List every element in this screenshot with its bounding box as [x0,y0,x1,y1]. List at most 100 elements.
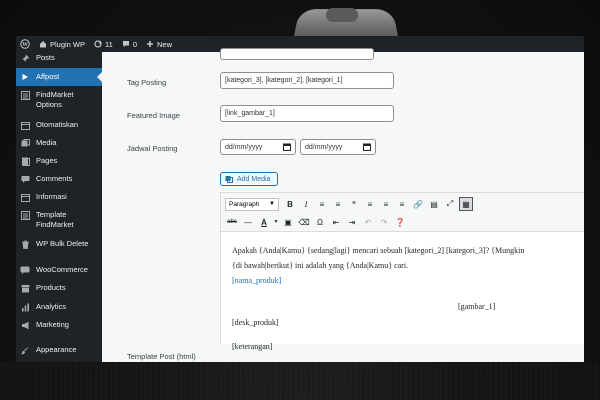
updates-icon [94,40,102,48]
read-more-icon[interactable]: ▤ [427,197,441,211]
redo-icon[interactable]: ↷ [377,215,391,229]
sidebar-item-marketing[interactable]: Marketing [16,320,102,330]
fullscreen-icon[interactable]: ⤢ [443,197,457,211]
paste-text-icon[interactable]: ▣ [281,215,295,229]
sidebar-item-otomatiskan[interactable]: Otomatiskan [16,120,102,130]
calendar-icon [20,120,30,130]
list-icon [20,90,30,100]
sidebar-item-posts[interactable]: Posts [16,53,102,63]
calendar-picker-icon[interactable] [283,143,291,151]
sidebar-item-analytics[interactable]: Analytics [16,302,102,312]
play-icon [20,72,30,82]
sidebar-item-label: Affpost [36,72,60,81]
trash-icon [20,239,30,249]
main-content: Tag Posting [kategori_3], [kategori_2], … [102,48,584,362]
schedule-date-end-input[interactable]: dd/mm/yyyy [300,139,376,155]
toolbar-toggle-icon[interactable]: ▦ [459,197,473,211]
calendar-icon [20,192,30,202]
updates-link[interactable]: 11 [94,40,113,49]
link-icon[interactable]: 🔗 [411,197,425,211]
blockquote-icon[interactable]: “ [347,197,361,211]
sidebar-item-comments[interactable]: Comments [16,174,102,184]
sidebar-item-affpost[interactable]: Affpost [16,68,102,86]
toolbar-row-1: Paragraph ▼ B I ≡ ≡ “ ≡ ≡ ≡ 🔗 ▤ ⤢ ▦ [221,195,475,213]
sidebar-item-label: Pages [36,156,58,165]
add-media-button[interactable]: Add Media [220,172,278,186]
outdent-icon[interactable]: ⇤ [329,215,343,229]
comment-bubble-icon [122,41,129,47]
special-character-icon[interactable]: Ω [313,215,327,229]
date-placeholder: dd/mm/yyyy [305,143,343,151]
floor-decoration [0,362,600,400]
wordpress-logo-icon[interactable]: W [20,39,30,49]
sidebar-item-template-findmarket[interactable]: Template FindMarket [16,210,102,230]
sidebar-item-label: Appearance [36,345,77,354]
woo-icon [20,265,30,275]
chevron-down-icon[interactable]: ▼ [273,215,279,229]
align-right-icon[interactable]: ≡ [395,197,409,211]
plus-icon [146,41,153,47]
date-placeholder: dd/mm/yyyy [225,143,263,151]
tag-posting-label: Tag Posting [127,78,167,87]
calendar-picker-icon[interactable] [363,143,371,151]
editor-line-1: Apakah {Anda|Kamu} {sedang|lagi} mencari… [232,246,525,255]
comments-link[interactable]: 0 [122,40,137,49]
help-icon[interactable]: ❓ [393,215,407,229]
sidebar-item-appearance[interactable]: Appearance [16,345,102,355]
archive-icon [20,283,30,293]
pin-icon [20,53,30,63]
text-color-icon[interactable]: A [257,215,271,229]
editor-line-keterangan: [keterangan] [232,342,273,351]
editor-line-2: {di bawah|berikut} ini adalah yang {Anda… [232,261,409,270]
editor-content-area[interactable]: Apakah {Anda|Kamu} {sedang|lagi} mencari… [220,232,584,351]
format-select[interactable]: Paragraph ▼ [225,197,279,211]
align-center-icon[interactable]: ≡ [379,197,393,211]
editor-line-desk-produk: [desk_produk] [232,318,279,327]
add-media-label: Add Media [237,175,271,183]
clear-formatting-icon[interactable]: ⌫ [297,215,311,229]
sidebar-item-woocommerce[interactable]: WooCommerce [16,265,102,275]
strikethrough-icon[interactable]: abc [225,215,239,229]
featured-image-input[interactable]: [link_gambar_1] [220,105,394,122]
undo-icon[interactable]: ↶ [361,215,375,229]
chart-icon [20,302,30,312]
add-media-icon [225,176,233,183]
template-post-label: Template Post (html) [127,352,196,361]
media-icon [20,138,30,148]
sidebar-item-label: FindMarket Options [36,90,74,109]
new-label: New [156,39,172,49]
jadwal-posting-label: Jadwal Posting [127,144,178,153]
sidebar-item-label: Media [36,138,57,147]
sidebar-item-label: Informasi [36,192,67,201]
admin-sidebar: Posts Affpost FindMarket Options Otomati… [16,52,102,362]
sidebar-item-pages[interactable]: Pages [16,156,102,166]
new-content-link[interactable]: New [146,40,172,49]
align-left-icon[interactable]: ≡ [363,197,377,211]
numbered-list-icon[interactable]: ≡ [331,197,345,211]
laptop-decoration-knob [326,8,358,22]
bold-icon[interactable]: B [283,197,297,211]
tag-posting-input[interactable]: [kategori_3], [kategori_2], [kategori_1] [220,72,394,89]
bullet-list-icon[interactable]: ≡ [315,197,329,211]
megaphone-icon [20,320,30,330]
previous-field-input[interactable] [220,48,374,60]
sidebar-item-label: WP Bulk Delete [36,239,89,248]
sidebar-item-label: Analytics [36,302,67,311]
browser-screen: W Plugin WP 11 0 New Posts Affpost FindM… [16,36,584,362]
indent-icon[interactable]: ⇥ [345,215,359,229]
comment-icon [20,174,30,184]
schedule-date-start-input[interactable]: dd/mm/yyyy [220,139,296,155]
sidebar-item-findmarket-options[interactable]: FindMarket Options [16,90,102,110]
editor-toolbar: Paragraph ▼ B I ≡ ≡ “ ≡ ≡ ≡ 🔗 ▤ ⤢ ▦ abc … [220,192,584,232]
italic-icon[interactable]: I [299,197,313,211]
horizontal-line-icon[interactable]: — [241,215,255,229]
editor-line-nama-produk: [nama_produk] [232,276,282,285]
sidebar-item-informasi[interactable]: Informasi [16,192,102,202]
sidebar-item-label: Marketing [36,320,69,329]
sidebar-item-products[interactable]: Products [16,283,102,293]
comments-count: 0 [132,39,137,49]
sidebar-item-wp-bulk-delete[interactable]: WP Bulk Delete [16,239,102,249]
svg-text:W: W [22,42,28,48]
sidebar-item-media[interactable]: Media [16,138,102,148]
site-name-link[interactable]: Plugin WP [39,40,85,49]
